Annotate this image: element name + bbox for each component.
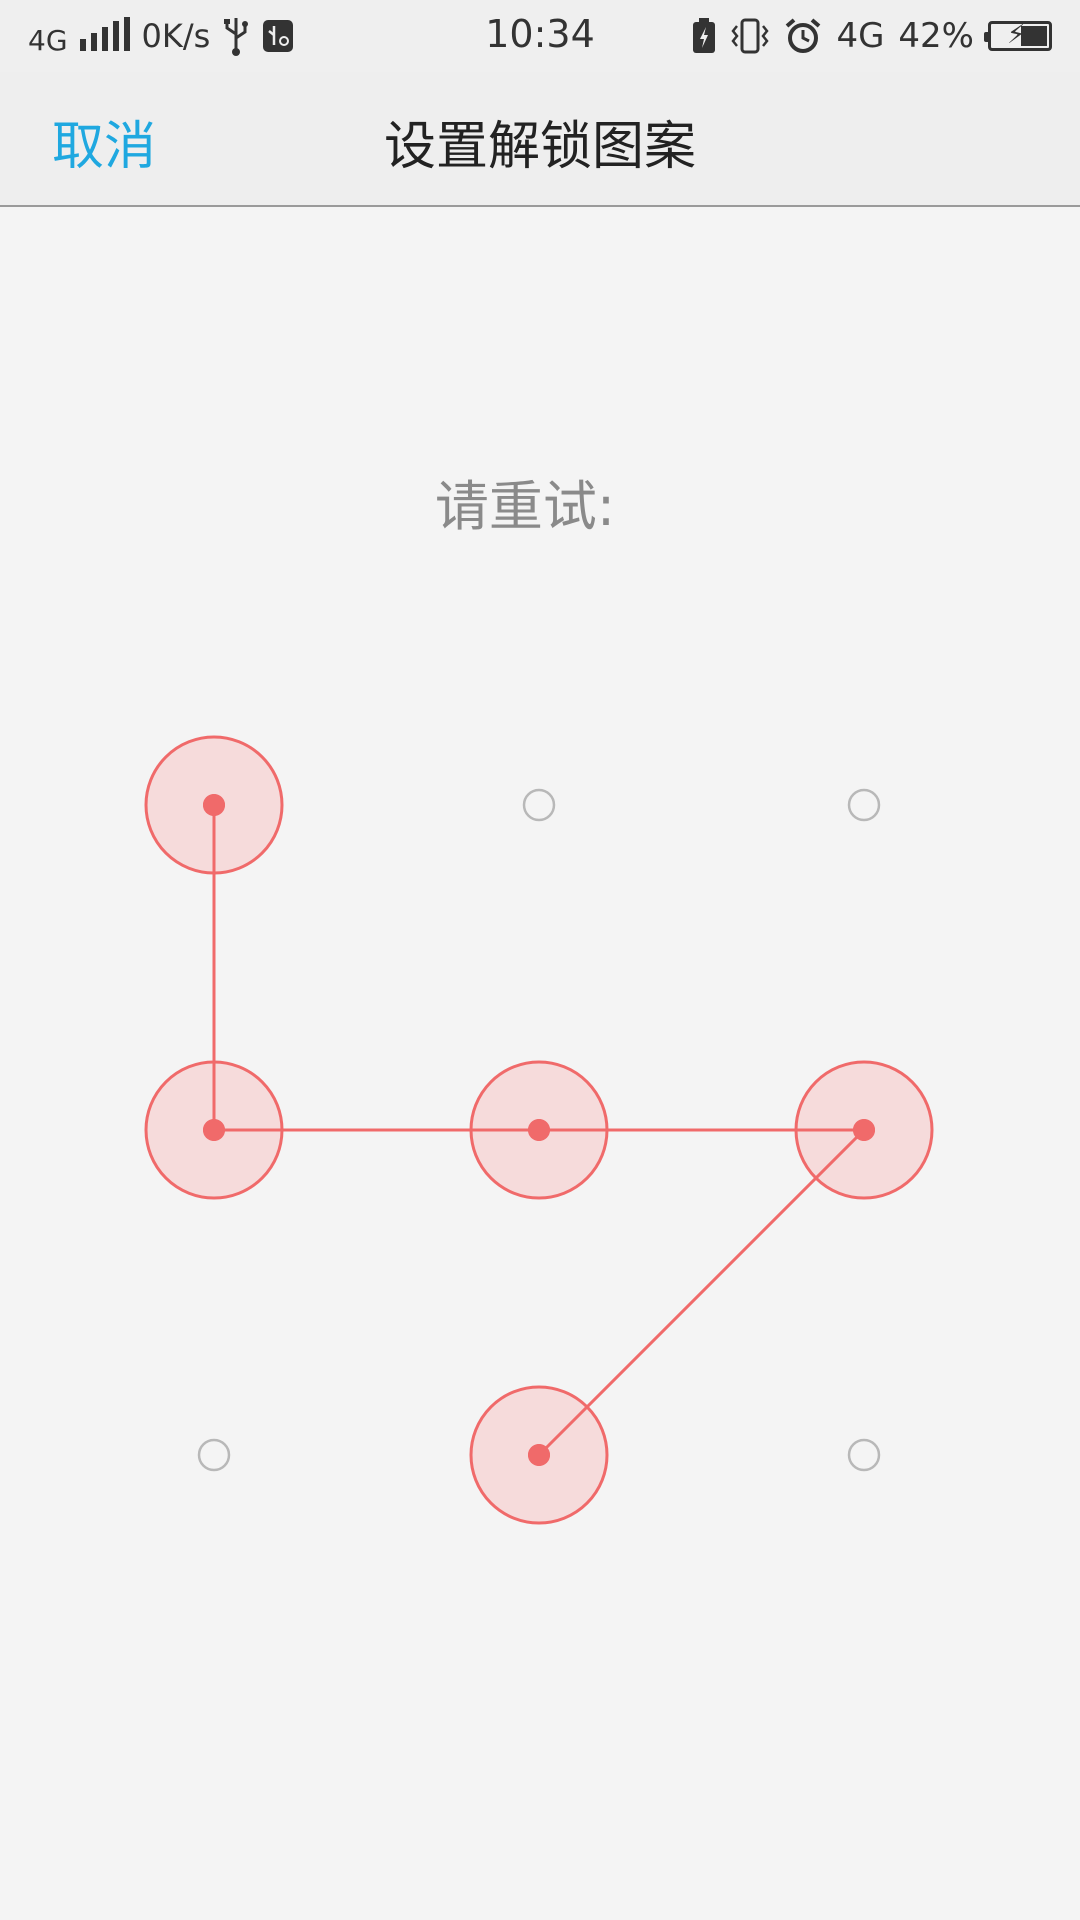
pattern-dot-center (853, 1119, 875, 1141)
pattern-dot-7[interactable] (197, 1438, 231, 1472)
pattern-lock-grid[interactable] (0, 0, 1080, 1920)
pattern-dot-center (203, 1119, 225, 1141)
pattern-dot-3[interactable] (847, 788, 881, 822)
pattern-dot-center (528, 1444, 550, 1466)
pattern-dot-9[interactable] (847, 1438, 881, 1472)
pattern-dot-center (203, 794, 225, 816)
pattern-dot-2[interactable] (522, 788, 556, 822)
pattern-dot-center (528, 1119, 550, 1141)
